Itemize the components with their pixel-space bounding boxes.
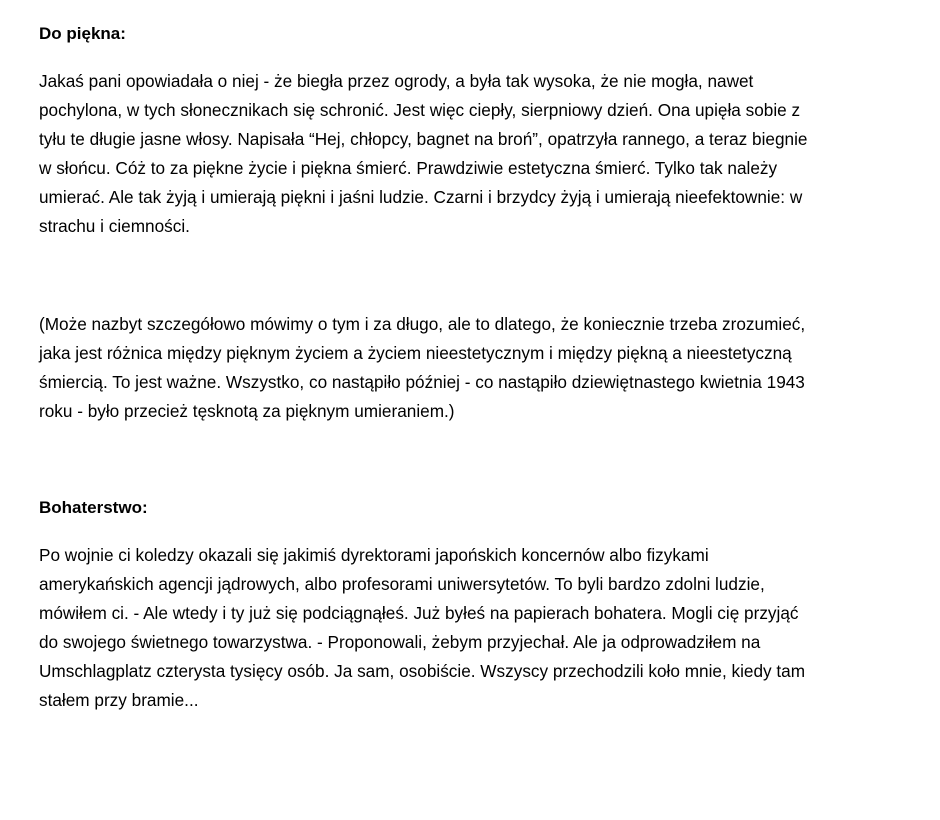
paragraph-line: stałem przy bramie...	[39, 690, 199, 710]
paragraph-line: strachu i ciemności.	[39, 216, 190, 236]
paragraph-line: umierać. Ale tak żyją i umierają piękni …	[39, 187, 803, 207]
paragraph-line: Umschlagplatz czterysta tysięcy osób. Ja…	[39, 661, 806, 681]
section-heading-bohaterstwo: Bohaterstwo:	[39, 498, 148, 517]
paragraph-line: tyłu te długie jasne włosy. Napisała “He…	[39, 129, 808, 149]
paragraph-line: śmiercią. To jest ważne. Wszystko, co na…	[39, 372, 805, 392]
paragraph: (Może nazbyt szczegółowo mówimy o tym i …	[39, 310, 919, 426]
paragraph: Jakaś pani opowiadała o niej - że biegła…	[39, 67, 919, 241]
paragraph-line: pochylona, w tych słonecznikach się schr…	[39, 100, 801, 120]
paragraph-line: jaka jest różnica między pięknym życiem …	[39, 343, 792, 363]
paragraph-line: (Może nazbyt szczegółowo mówimy o tym i …	[39, 314, 806, 334]
paragraph-line: roku - było przecież tęsknotą za pięknym…	[39, 401, 455, 421]
paragraph-line: Po wojnie ci koledzy okazali się jakimiś…	[39, 545, 709, 565]
paragraph-line: w słońcu. Cóż to za piękne życie i piękn…	[39, 158, 778, 178]
paragraph-line: amerykańskich agencji jądrowych, albo pr…	[39, 574, 765, 594]
paragraph: Po wojnie ci koledzy okazali się jakimiś…	[39, 541, 919, 715]
paragraph-line: Jakaś pani opowiadała o niej - że biegła…	[39, 71, 754, 91]
paragraph-line: mówiłem ci. - Ale wtedy i ty już się pod…	[39, 603, 799, 623]
paragraph-line: do swojego świetnego towarzystwa. - Prop…	[39, 632, 761, 652]
section-heading-do-piekna: Do piękna:	[39, 24, 126, 43]
